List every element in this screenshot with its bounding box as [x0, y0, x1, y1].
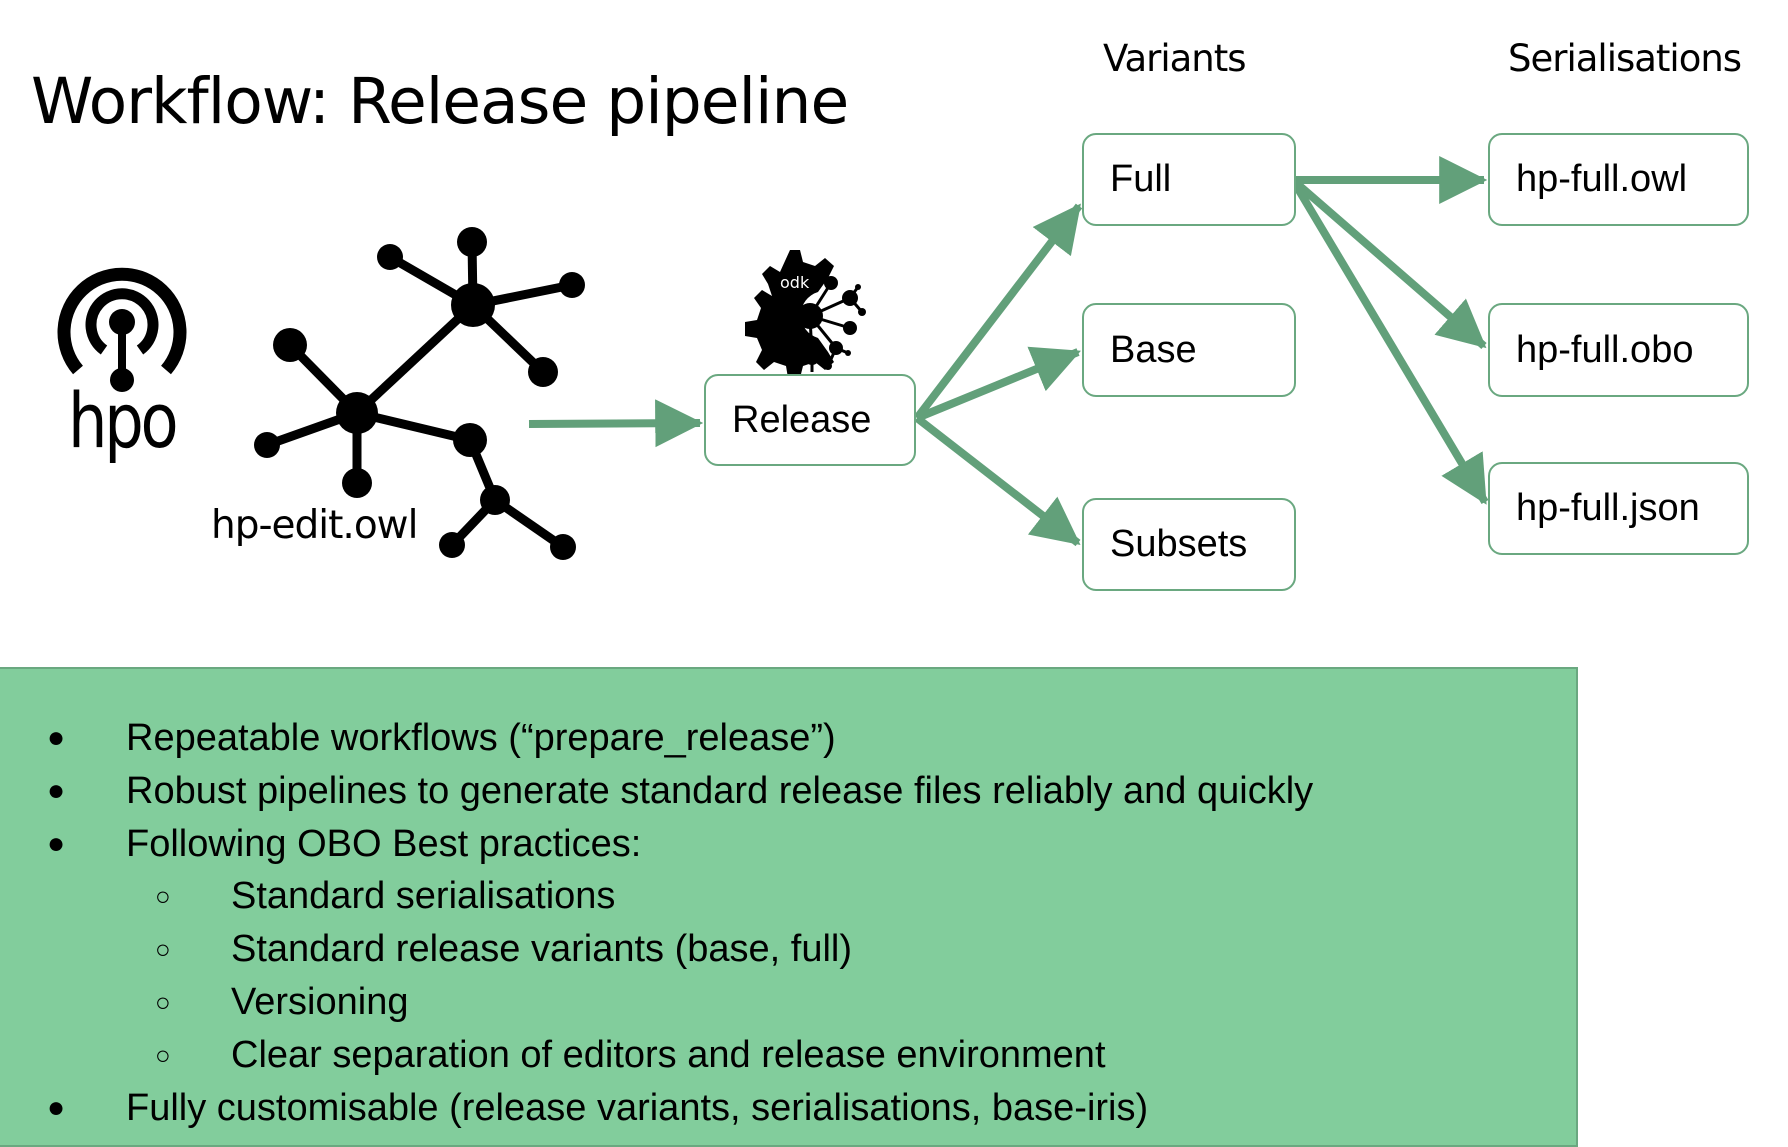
release-node-label: Release: [732, 398, 872, 441]
odk-gear-icon: odk: [745, 250, 866, 378]
serialisation-node-obo: hp-full.obo: [1488, 303, 1749, 397]
bullet-text: Fully customisable (release variants, se…: [126, 1086, 1149, 1129]
odk-logo-text: odk: [780, 273, 810, 292]
hpo-logo-head-dot: [109, 309, 135, 335]
graph-node: [559, 272, 585, 298]
variant-node-base: Base: [1082, 303, 1296, 397]
graph-node: [528, 357, 558, 387]
bullet-dot-icon: ●: [47, 721, 66, 754]
serialisation-node-owl: hp-full.owl: [1488, 133, 1749, 226]
arrow-full-to-obo: [1291, 177, 1487, 350]
serialisation-node-label: hp-full.obo: [1516, 328, 1694, 371]
graph-node: [457, 227, 487, 257]
source-file-label: hp-edit.owl: [211, 503, 418, 548]
bullet-text: Following OBO Best practices:: [126, 822, 642, 865]
bullet-text: Standard serialisations: [231, 875, 616, 918]
arrow-edit-to-release: [528, 399, 704, 448]
serialisation-node-json: hp-full.json: [1488, 462, 1749, 555]
graph-node: [342, 468, 372, 498]
bullet-dot-icon: ●: [47, 826, 66, 860]
bullet-text: Clear separation of editors and release …: [231, 1033, 1106, 1076]
variant-node-label: Full: [1110, 158, 1172, 200]
bullet-circle-icon: ○: [155, 934, 171, 965]
bullet-text: Standard release variants (base, full): [231, 928, 852, 971]
serialisation-node-label: hp-full.json: [1516, 487, 1700, 529]
graph-node: [453, 423, 487, 457]
bullet-text: Versioning: [231, 980, 409, 1023]
graph-node: [336, 392, 378, 434]
bullet-dot-icon: ●: [47, 773, 66, 807]
arrow-release-to-subsets: [914, 414, 1081, 547]
hpo-logo-text: hpo: [68, 376, 179, 465]
variant-node-label: Base: [1110, 328, 1197, 371]
graph-node: [377, 244, 403, 270]
variant-node-full: Full: [1082, 133, 1296, 226]
bullet-dot-icon: ●: [47, 1090, 66, 1124]
release-node: Release: [704, 374, 916, 466]
bullet-circle-icon: ○: [155, 1039, 171, 1070]
bullet-circle-icon: ○: [155, 881, 171, 912]
hpo-logo-icon: [57, 267, 187, 392]
graph-node: [273, 328, 307, 362]
bullet-text: Repeatable workflows (“prepare_release”): [126, 717, 836, 759]
variant-node-label: Subsets: [1110, 523, 1248, 565]
arrow-full-to-json: [1290, 179, 1489, 505]
bullet-circle-icon: ○: [155, 986, 171, 1017]
graph-node: [254, 432, 280, 458]
graph-node: [439, 532, 465, 558]
graph-node: [550, 534, 576, 560]
bullet-text: Robust pipelines to generate standard re…: [126, 769, 1314, 812]
variant-node-subsets: Subsets: [1082, 498, 1296, 591]
graph-node: [451, 283, 495, 327]
serialisation-node-label: hp-full.owl: [1516, 158, 1688, 200]
graph-node: [480, 485, 510, 515]
